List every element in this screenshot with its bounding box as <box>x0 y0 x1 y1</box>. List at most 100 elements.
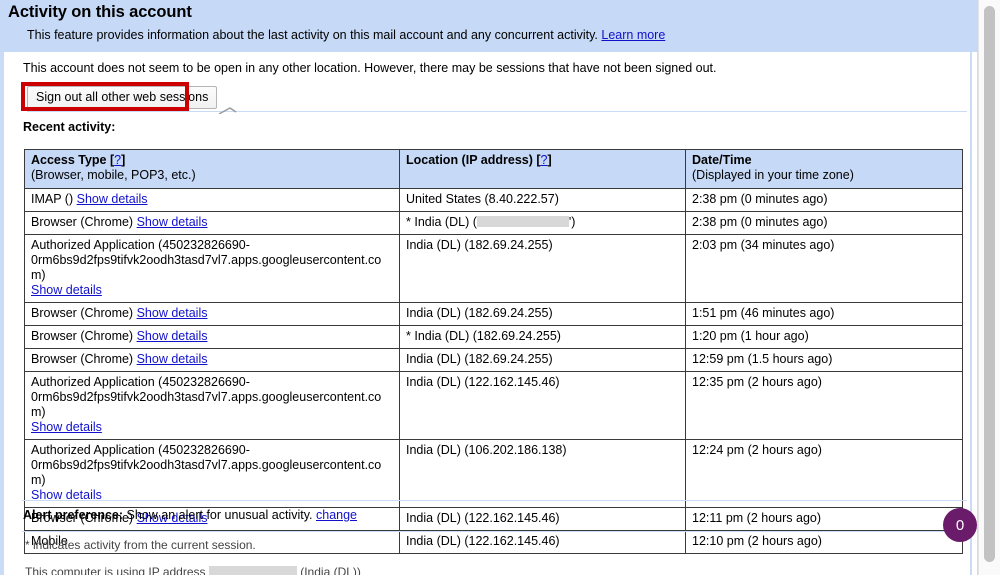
show-details-link[interactable]: Show details <box>137 306 208 320</box>
oauth-app-prefix: Authorized Application (450232826690- <box>31 375 250 389</box>
show-details-link[interactable]: Show details <box>137 352 208 366</box>
table-row: Browser (Chrome) Show details * India (DL… <box>24 211 963 235</box>
location-value: India (DL) (122.162.145.46) <box>406 375 560 389</box>
cursor-artifact <box>218 104 238 114</box>
table-row: Browser (Chrome) Show details India (DL) … <box>24 302 963 326</box>
table-row: Browser (Chrome) Show details * India (DL… <box>24 325 963 349</box>
notification-count-badge[interactable]: 0 <box>943 508 977 542</box>
cell-datetime: 2:03 pm (34 minutes ago) <box>685 234 963 303</box>
cell-location: * India (DL) (182.69.24.255) <box>399 325 686 349</box>
oauth-client-id: 0rm6bs9d2fps9tifvk2oodh3tasd7vl7.apps.go… <box>31 390 382 419</box>
cell-access-type: Browser (Chrome) Show details <box>24 302 400 326</box>
cell-access-type: Browser (Chrome) Show details <box>24 348 400 372</box>
access-type-bracket-close: ] <box>121 153 126 167</box>
current-ip-note: This computer is using IP address (India… <box>25 565 361 575</box>
datetime-value: 2:38 pm (0 minutes ago) <box>692 192 828 206</box>
current-session-note: * indicates activity from the current se… <box>25 538 256 552</box>
divider-top <box>27 111 967 112</box>
cell-location: United States (8.40.222.57) <box>399 188 686 212</box>
divider-alert-top <box>22 500 967 501</box>
location-value: India (DL) (182.69.24.255) <box>406 352 553 366</box>
column-header-location: Location (IP address) [?] <box>399 149 686 189</box>
show-details-link[interactable]: Show details <box>31 420 102 434</box>
cell-location: India (DL) (106.202.186.138) <box>399 439 686 508</box>
banner-description-text: This feature provides information about … <box>27 28 598 42</box>
column-header-datetime-label: Date/Time <box>692 153 752 167</box>
location-value: India (DL) (182.69.24.255) <box>414 329 561 343</box>
access-type-label: Browser (Chrome) <box>31 306 134 320</box>
cell-datetime: 12:35 pm (2 hours ago) <box>685 371 963 440</box>
cell-location: India (DL) (182.69.24.255) <box>399 302 686 326</box>
datetime-value: 2:38 pm (0 minutes ago) <box>692 215 828 229</box>
alert-preference-change-link[interactable]: change <box>316 508 357 522</box>
activity-page: Activity on this account This feature pr… <box>0 0 1000 575</box>
current-ip-note-prefix: This computer is using IP address <box>25 565 206 575</box>
table-row: Authorized Application (450232826690- 0rm… <box>24 234 963 303</box>
datetime-value: 12:10 pm (2 hours ago) <box>692 534 822 548</box>
show-details-link[interactable]: Show details <box>137 215 208 229</box>
left-edge-inner <box>4 52 7 575</box>
cell-location: India (DL) (182.69.24.255) <box>399 234 686 303</box>
table-header-row: Access Type [?] (Browser, mobile, POP3, … <box>24 149 963 189</box>
location-value: India (DL) (182.69.24.255) <box>406 238 553 252</box>
show-details-link[interactable]: Show details <box>137 329 208 343</box>
location-value: India (DL) (122.162.145.46) <box>406 534 560 548</box>
datetime-value: 2:03 pm (34 minutes ago) <box>692 238 835 252</box>
recent-activity-table: Access Type [?] (Browser, mobile, POP3, … <box>24 149 963 554</box>
show-details-link[interactable]: Show details <box>31 283 102 297</box>
location-value: India (DL) (182.69.24.255) <box>406 306 553 320</box>
alert-preference-label: Alert preference: <box>23 508 124 522</box>
datetime-value: 1:51 pm (46 minutes ago) <box>692 306 835 320</box>
column-header-access-type-sub: (Browser, mobile, POP3, etc.) <box>31 168 196 182</box>
recent-activity-label: Recent activity: <box>23 120 116 134</box>
redacted-ip-address <box>208 566 297 575</box>
location-bracket-close: ] <box>547 153 552 167</box>
column-header-access-type-label: Access Type [ <box>31 153 115 167</box>
cell-datetime: 12:59 pm (1.5 hours ago) <box>685 348 963 372</box>
cell-datetime: 1:20 pm (1 hour ago) <box>685 325 963 349</box>
scrollbar-thumb[interactable] <box>984 6 995 562</box>
datetime-value: 12:35 pm (2 hours ago) <box>692 375 822 389</box>
cell-access-type: Browser (Chrome) Show details <box>24 325 400 349</box>
datetime-value: 1:20 pm (1 hour ago) <box>692 329 809 343</box>
banner-description: This feature provides information about … <box>27 28 665 42</box>
cell-datetime: 1:51 pm (46 minutes ago) <box>685 302 963 326</box>
location-value: United States (8.40.222.57) <box>406 192 559 206</box>
page-title: Activity on this account <box>8 3 192 21</box>
location-value: India (DL) (106.202.186.138) <box>406 443 567 457</box>
cell-datetime: 12:24 pm (2 hours ago) <box>685 439 963 508</box>
cell-datetime: 12:11 pm (2 hours ago) <box>685 507 963 531</box>
table-row: Browser (Chrome) Show details India (DL) … <box>24 348 963 372</box>
cell-access-type: Browser (Chrome) Show details <box>24 211 400 235</box>
cell-datetime: 2:38 pm (0 minutes ago) <box>685 188 963 212</box>
access-type-label: Browser (Chrome) <box>31 329 134 343</box>
cell-location: * India (DL) (') <box>399 211 686 235</box>
column-header-datetime-sub: (Displayed in your time zone) <box>692 168 854 182</box>
show-details-link[interactable]: Show details <box>77 192 148 206</box>
oauth-client-id: 0rm6bs9d2fps9tifvk2oodh3tasd7vl7.apps.go… <box>31 458 382 487</box>
table-row: Authorized Application (450232826690- 0rm… <box>24 371 963 440</box>
oauth-app-prefix: Authorized Application (450232826690- <box>31 238 250 252</box>
datetime-value: 12:24 pm (2 hours ago) <box>692 443 822 457</box>
column-header-datetime: Date/Time (Displayed in your time zone) <box>685 149 963 189</box>
table-header: Access Type [?] (Browser, mobile, POP3, … <box>24 149 963 189</box>
alert-preference-row: Alert preference: Show an alert for unus… <box>23 508 357 522</box>
cell-location: India (DL) (122.162.145.46) <box>399 371 686 440</box>
oauth-client-id: 0rm6bs9d2fps9tifvk2oodh3tasd7vl7.apps.go… <box>31 253 382 282</box>
column-header-access-type: Access Type [?] (Browser, mobile, POP3, … <box>24 149 400 189</box>
cell-access-type: Authorized Application (450232826690- 0rm… <box>24 439 400 508</box>
table-body: IMAP () Show details United States (8.40.… <box>24 188 963 554</box>
sign-out-all-sessions-button[interactable]: Sign out all other web sessions <box>27 86 218 109</box>
oauth-app-prefix: Authorized Application (450232826690- <box>31 443 250 457</box>
account-status-text: This account does not seem to be open in… <box>23 61 717 75</box>
right-edge-inner <box>972 52 977 575</box>
access-type-label: Browser (Chrome) <box>31 215 134 229</box>
table-row: Authorized Application (450232826690- 0rm… <box>24 439 963 508</box>
location-suffix: ') <box>568 215 576 229</box>
table-row: IMAP () Show details United States (8.40.… <box>24 188 963 212</box>
page-banner: Activity on this account This feature pr… <box>0 0 978 52</box>
learn-more-link[interactable]: Learn more <box>601 28 665 42</box>
vertical-scrollbar[interactable] <box>978 0 1000 575</box>
access-type-label: Browser (Chrome) <box>31 352 134 366</box>
current-ip-note-suffix: (India (DL)) <box>300 565 361 575</box>
